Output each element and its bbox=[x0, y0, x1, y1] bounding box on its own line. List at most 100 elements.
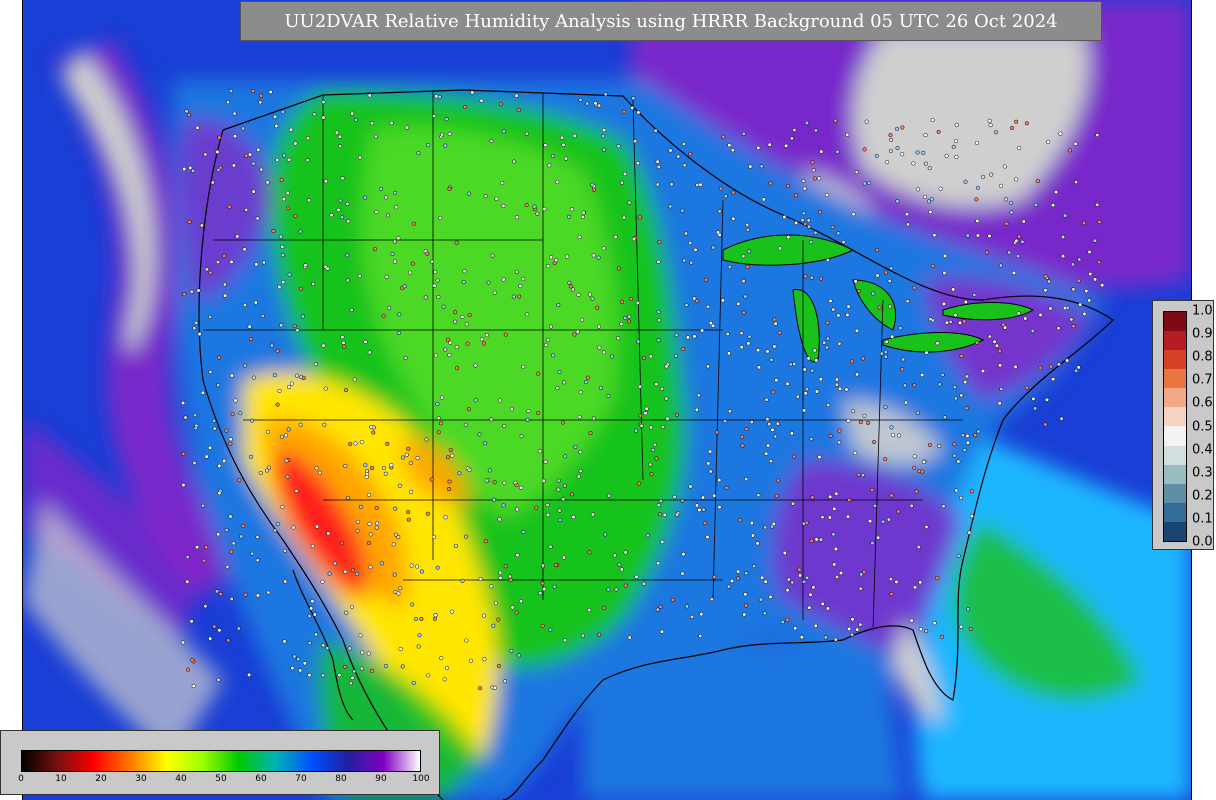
observation-station-marker bbox=[343, 569, 348, 574]
rh-colorbar-gradient bbox=[21, 750, 421, 772]
observation-station-marker bbox=[786, 235, 791, 240]
observation-station-marker bbox=[548, 627, 553, 632]
observation-station-marker bbox=[404, 452, 409, 457]
observation-station-marker bbox=[542, 587, 547, 592]
observation-station-marker bbox=[1023, 316, 1028, 321]
observation-station-marker bbox=[275, 402, 280, 407]
observation-station-marker bbox=[1044, 397, 1050, 402]
observation-station-marker bbox=[1087, 298, 1092, 303]
observation-station-marker bbox=[436, 294, 441, 300]
observation-station-marker bbox=[655, 159, 660, 164]
observation-station-marker bbox=[275, 157, 280, 163]
observation-station-marker bbox=[502, 679, 508, 684]
observation-station-marker bbox=[942, 253, 948, 258]
observation-station-marker bbox=[547, 163, 552, 168]
observation-station-marker bbox=[837, 386, 843, 391]
observation-station-marker bbox=[837, 341, 842, 346]
observation-station-marker bbox=[562, 638, 568, 643]
observation-station-marker bbox=[828, 433, 833, 438]
observation-station-marker bbox=[726, 584, 731, 589]
observation-station-marker bbox=[672, 494, 677, 499]
observation-station-marker bbox=[232, 134, 238, 139]
observation-station-marker bbox=[628, 297, 634, 302]
observation-station-marker bbox=[290, 666, 295, 671]
observation-station-marker bbox=[519, 434, 524, 439]
observation-station-marker bbox=[286, 427, 291, 432]
observation-station-marker bbox=[301, 376, 306, 381]
observation-station-marker bbox=[758, 597, 764, 602]
observation-station-marker bbox=[851, 212, 856, 217]
observation-station-marker bbox=[585, 101, 590, 106]
observation-station-marker bbox=[366, 540, 371, 546]
observation-station-marker bbox=[609, 354, 614, 359]
observation-station-marker bbox=[1071, 287, 1076, 292]
observation-station-marker bbox=[876, 535, 881, 540]
observation-station-marker bbox=[688, 484, 693, 489]
observation-station-marker bbox=[255, 593, 260, 598]
observation-station-marker bbox=[580, 317, 585, 322]
observation-station-marker bbox=[631, 237, 637, 242]
observation-station-marker bbox=[407, 270, 413, 275]
observation-station-marker bbox=[355, 528, 360, 533]
observation-station-marker bbox=[889, 591, 894, 596]
observation-station-marker bbox=[562, 380, 567, 385]
page-title: UU2DVAR Relative Humidity Analysis using… bbox=[240, 1, 1102, 41]
observation-station-marker bbox=[239, 534, 244, 539]
observation-station-marker bbox=[1043, 274, 1048, 279]
observation-station-marker bbox=[496, 617, 501, 622]
observation-station-marker bbox=[958, 495, 964, 500]
observation-station-marker bbox=[502, 423, 507, 428]
observation-station-marker bbox=[994, 343, 1000, 348]
observation-station-marker bbox=[927, 442, 932, 448]
observation-station-marker bbox=[635, 161, 640, 166]
observation-station-marker bbox=[487, 468, 492, 473]
observation-station-marker bbox=[954, 139, 959, 144]
observation-station-marker bbox=[606, 587, 611, 592]
observation-station-marker bbox=[853, 279, 858, 284]
observation-station-marker bbox=[518, 599, 524, 604]
observation-station-marker bbox=[745, 222, 750, 227]
observation-station-marker bbox=[293, 141, 298, 146]
observation-station-marker bbox=[595, 305, 600, 310]
observation-station-marker bbox=[210, 180, 215, 185]
qc-swatch bbox=[1164, 521, 1186, 541]
observation-station-marker bbox=[449, 609, 454, 614]
observation-station-marker bbox=[1088, 271, 1093, 277]
observation-station-marker bbox=[337, 134, 342, 139]
observation-station-marker bbox=[1067, 148, 1072, 153]
observation-station-marker bbox=[389, 120, 394, 126]
observation-station-marker bbox=[930, 263, 935, 268]
observation-station-marker bbox=[953, 396, 958, 401]
observation-station-marker bbox=[350, 568, 355, 573]
observation-station-marker bbox=[820, 515, 825, 520]
observation-station-marker bbox=[467, 312, 472, 318]
observation-station-marker bbox=[426, 143, 431, 148]
observation-station-marker bbox=[444, 666, 449, 671]
observation-station-marker bbox=[864, 119, 869, 124]
observation-station-marker bbox=[777, 330, 782, 335]
observation-station-marker bbox=[438, 215, 443, 220]
observation-station-marker bbox=[870, 487, 875, 492]
observation-station-marker bbox=[283, 433, 288, 438]
observation-station-marker bbox=[436, 430, 441, 435]
observation-station-marker bbox=[224, 528, 229, 533]
observation-station-marker bbox=[952, 453, 957, 458]
qc-tick-label: 0.6 bbox=[1192, 395, 1213, 411]
observation-station-marker bbox=[698, 182, 703, 187]
observation-station-marker bbox=[393, 190, 398, 195]
observation-station-marker bbox=[465, 341, 470, 346]
observation-station-marker bbox=[417, 633, 422, 638]
observation-station-marker bbox=[634, 574, 639, 579]
observation-station-marker bbox=[228, 88, 234, 94]
observation-station-marker bbox=[803, 274, 808, 279]
observation-station-marker bbox=[780, 620, 785, 625]
observation-station-marker bbox=[720, 298, 725, 303]
observation-station-marker bbox=[383, 663, 388, 668]
observation-station-marker bbox=[453, 543, 458, 549]
observation-station-marker bbox=[339, 541, 344, 546]
observation-station-marker bbox=[1038, 312, 1043, 317]
observation-station-marker bbox=[806, 218, 811, 223]
observation-station-marker bbox=[552, 584, 557, 589]
observation-station-marker bbox=[941, 301, 946, 306]
observation-station-marker bbox=[413, 616, 419, 621]
